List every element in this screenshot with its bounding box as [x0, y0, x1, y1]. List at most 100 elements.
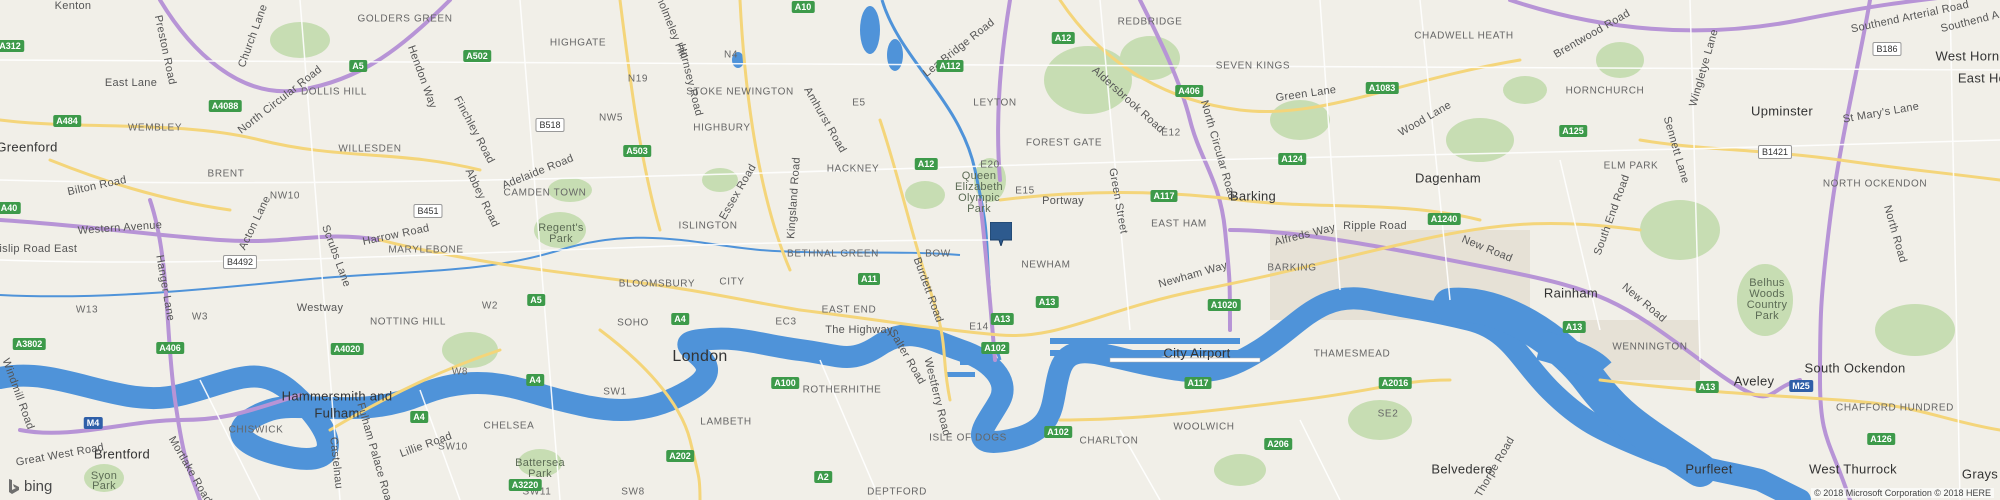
road-shield: A12 [914, 158, 938, 170]
road-name-label: East Lane [104, 77, 158, 89]
district-label: ELM PARK [1603, 160, 1659, 172]
road-shield: M25 [1789, 380, 1813, 392]
district-label: BRENT [207, 168, 245, 180]
road-shield: A4 [526, 374, 544, 386]
park-label: Park [1755, 310, 1779, 322]
road-shield: A126 [1867, 433, 1895, 445]
town-label: Grays [1961, 466, 1999, 482]
district-label: NW10 [269, 190, 301, 202]
map-attribution[interactable]: © 2018 Microsoft Corporation © 2018 HERE [1811, 488, 1994, 498]
district-label: SW8 [621, 486, 645, 498]
road-shield: A13 [1695, 381, 1719, 393]
road-shield: A100 [771, 377, 799, 389]
district-label: EC3 [775, 316, 797, 328]
road-shield: A2016 [1378, 377, 1412, 389]
district-label: N4 [724, 49, 738, 61]
district-label: STOKE NEWINGTON [686, 86, 794, 98]
road-shield: A484 [53, 115, 81, 127]
road-shield: A102 [981, 342, 1009, 354]
location-pin-icon[interactable] [990, 222, 1012, 246]
town-label: Greenford [0, 139, 58, 155]
district-label: NEWHAM [1021, 259, 1071, 271]
road-shield: A406 [156, 342, 184, 354]
district-label: GOLDERS GREEN [357, 13, 453, 25]
road-name-label: Ripple Road [1343, 220, 1407, 232]
road-shield: A4088 [208, 100, 242, 112]
district-label: SW1 [603, 386, 627, 398]
district-label: E15 [1015, 185, 1035, 197]
road-shield: A202 [666, 450, 694, 462]
district-label: BLOOMSBURY [618, 278, 696, 290]
district-label: BOW [925, 248, 951, 260]
road-shield: A3802 [12, 338, 46, 350]
district-label: HIGHBURY [693, 122, 751, 134]
road-shield: A10 [791, 1, 815, 13]
district-label: WENNINGTON [1612, 341, 1688, 353]
district-label: BARKING [1267, 262, 1317, 274]
district-label: THAMESMEAD [1313, 348, 1391, 360]
bing-b-icon [9, 478, 19, 494]
road-shield: A5 [527, 294, 545, 306]
district-label: EAST HAM [1151, 218, 1207, 230]
district-label: HIGHGATE [549, 37, 607, 49]
road-shield: A112 [936, 60, 964, 72]
town-label: South Ockendon [1804, 360, 1906, 376]
district-label: CHARLTON [1079, 435, 1139, 447]
district-label: E5 [852, 97, 866, 109]
park-label: Park [967, 203, 991, 215]
district-label: NW5 [598, 112, 624, 124]
district-label: LAMBETH [700, 416, 752, 428]
district-label: E14 [969, 321, 989, 333]
district-label: W3 [191, 311, 209, 323]
road-shield: A11 [857, 273, 881, 285]
district-label: N19 [627, 73, 649, 85]
road-shield: A5 [349, 60, 367, 72]
road-shield: A1083 [1365, 82, 1399, 94]
road-shield: A125 [1559, 125, 1587, 137]
town-label: Rainham [1543, 285, 1599, 301]
district-label: HORNCHURCH [1565, 85, 1645, 97]
town-label: Dagenham [1415, 170, 1481, 186]
district-label: LEYTON [973, 97, 1017, 109]
road-name-label: Kenton [54, 0, 92, 12]
district-label: CHAFFORD HUNDRED [1836, 402, 1954, 414]
road-shield: A4 [410, 411, 428, 423]
road-shield: A4 [671, 313, 689, 325]
road-shield: B451 [413, 204, 443, 218]
road-shield: A40 [0, 202, 21, 214]
map-canvas[interactable]: London Greenford Hammersmith and Fulham Bren… [0, 0, 2000, 500]
district-label: MARYLEBONE [388, 244, 464, 256]
town-label: Purfleet [1685, 461, 1733, 477]
bing-logo: bing [8, 478, 52, 495]
district-label: W8 [451, 366, 469, 378]
road-shield: A312 [0, 40, 24, 52]
district-label: HACKNEY [826, 163, 880, 175]
road-shield: A117 [1150, 190, 1178, 202]
town-label: East Ho [1957, 70, 2000, 86]
city-label: London [672, 348, 728, 365]
road-shield: B186 [1872, 42, 1902, 56]
town-label: West Horndo [1935, 48, 2000, 64]
road-shield: B4492 [222, 255, 258, 269]
road-shield: A12 [1051, 32, 1075, 44]
district-label: WOOLWICH [1173, 421, 1235, 433]
road-shield: A1240 [1427, 213, 1461, 225]
road-shield: A117 [1184, 377, 1212, 389]
district-label: W13 [75, 304, 99, 316]
district-label: NORTH OCKENDON [1822, 178, 1928, 190]
district-label: BETHNAL GREEN [787, 248, 879, 260]
district-label: W2 [481, 300, 499, 312]
road-shield: A102 [1044, 426, 1072, 438]
town-label: Hammersmith and [281, 388, 393, 404]
road-shield: A406 [1175, 85, 1203, 97]
bing-logo-text: bing [24, 478, 53, 495]
district-label: CHISWICK [228, 424, 284, 436]
road-name-label: Ruislip Road East [0, 243, 78, 255]
road-name-label: Westway [296, 302, 344, 314]
road-shield: A3220 [508, 479, 542, 491]
district-label: WEMBLEY [127, 122, 183, 134]
district-label: EAST END [821, 304, 877, 316]
district-label: E20 [980, 159, 1000, 171]
district-label: CHELSEA [483, 420, 535, 432]
district-label: SOHO [617, 317, 649, 329]
